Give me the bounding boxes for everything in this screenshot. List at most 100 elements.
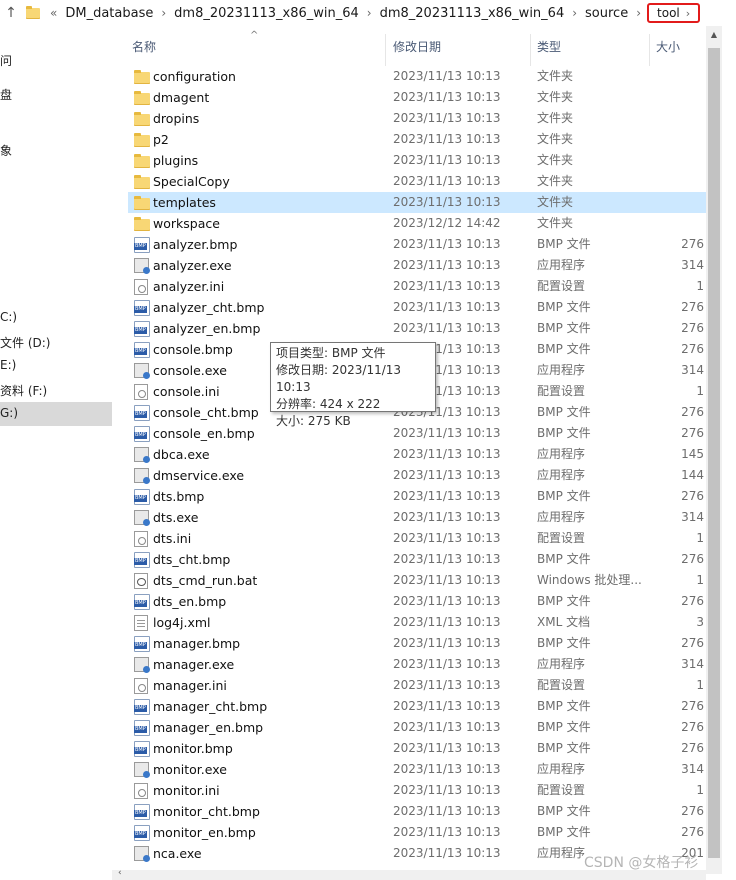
file-row[interactable]: manager_cht.bmp 2023/11/13 10:13 BMP 文件 276 [128,696,706,717]
file-name: plugins [153,153,199,168]
breadcrumb-dm8-win64-inner[interactable]: dm8_20231113_x86_win_64 [376,6,569,21]
file-row[interactable]: analyzer_en.bmp 2023/11/13 10:13 BMP 文件 276 [128,318,706,339]
vertical-scrollbar-thumb[interactable] [708,48,720,858]
nav-item-drive-c[interactable]: C:) [0,310,17,324]
column-type-header[interactable]: 类型 [537,26,561,66]
file-row[interactable]: workspace 2023/12/12 14:42 文件夹 [128,213,706,234]
nav-item-drive-e[interactable]: E:) [0,358,16,372]
ini-file-icon [134,279,148,295]
file-type: BMP 文件 [537,699,591,713]
column-divider[interactable] [649,34,650,66]
file-row[interactable]: analyzer_cht.bmp 2023/11/13 10:13 BMP 文件 27… [128,297,706,318]
bmp-file-icon [134,636,150,652]
tooltip-size: 大小: 275 KB [276,414,351,428]
chevron-right-icon[interactable]: › [157,6,170,20]
file-name: manager.bmp [153,636,241,651]
nav-item-drive-d[interactable]: 文件 (D:) [0,334,50,351]
file-row[interactable]: monitor_cht.bmp 2023/11/13 10:13 BMP 文件 276 [128,801,706,822]
back-history-button[interactable]: « [46,6,61,20]
scroll-left-arrow-icon[interactable]: ‹ [118,868,122,878]
file-row[interactable]: monitor_en.bmp 2023/11/13 10:13 BMP 文件 276 [128,822,706,843]
file-name: console.bmp [153,342,233,357]
file-row[interactable]: plugins 2023/11/13 10:13 文件夹 [128,150,706,171]
breadcrumb-tool-highlighted[interactable]: tool › [647,3,701,23]
file-name: p2 [153,132,169,147]
file-row[interactable]: configuration 2023/11/13 10:13 文件夹 [128,66,706,87]
file-row[interactable]: manager_en.bmp 2023/11/13 10:13 BMP 文件 276 [128,717,706,738]
file-row[interactable]: monitor.ini 2023/11/13 10:13 配置设置 1 [128,780,706,801]
file-name: manager.ini [153,678,227,693]
exe-file-icon [134,846,150,862]
file-row[interactable]: manager.bmp 2023/11/13 10:13 BMP 文件 276 [128,633,706,654]
up-arrow-icon[interactable]: ↑ [0,5,22,21]
file-row[interactable]: dts.bmp 2023/11/13 10:13 BMP 文件 276 [128,486,706,507]
breadcrumb-dm-database[interactable]: DM_database [61,6,157,21]
file-row[interactable]: analyzer.bmp 2023/11/13 10:13 BMP 文件 276 [128,234,706,255]
file-row[interactable]: dmservice.exe 2023/11/13 10:13 应用程序 144 [128,465,706,486]
nav-item-quick-access[interactable]: 问 [0,52,12,69]
file-type: 文件夹 [537,216,574,230]
file-row[interactable]: log4j.xml 2023/11/13 10:13 XML 文档 3 [128,612,706,633]
file-row[interactable]: dropins 2023/11/13 10:13 文件夹 [128,108,706,129]
nav-item-drive-f[interactable]: 资料 (F:) [0,382,47,399]
file-row[interactable]: dts.ini 2023/11/13 10:13 配置设置 1 [128,528,706,549]
file-row[interactable]: dts_cht.bmp 2023/11/13 10:13 BMP 文件 276 [128,549,706,570]
xml-file-icon [134,615,148,631]
column-header: ^ 名称 修改日期 类型 大小 [112,26,706,66]
column-divider[interactable] [530,34,531,66]
bmp-file-icon [134,804,150,820]
file-row[interactable]: analyzer.ini 2023/11/13 10:13 配置设置 1 [128,276,706,297]
file-row[interactable]: manager.ini 2023/11/13 10:13 配置设置 1 [128,675,706,696]
chevron-right-icon[interactable]: › [686,7,690,20]
column-date-header[interactable]: 修改日期 [393,26,441,66]
file-size: 276 [681,426,704,440]
file-name: console.exe [153,363,227,378]
file-row[interactable]: analyzer.exe 2023/11/13 10:13 应用程序 314 [128,255,706,276]
file-row[interactable]: dts.exe 2023/11/13 10:13 应用程序 314 [128,507,706,528]
file-name: console_cht.bmp [153,405,259,420]
vertical-scrollbar[interactable]: ▲ [706,26,722,874]
column-size-header[interactable]: 大小 [656,26,680,66]
file-row[interactable]: templates 2023/11/13 10:13 文件夹 [128,192,706,213]
file-type: 应用程序 [537,510,586,524]
file-size: 276 [681,342,704,356]
bmp-file-icon [134,489,150,505]
file-row[interactable]: p2 2023/11/13 10:13 文件夹 [128,129,706,150]
file-row[interactable]: dbca.exe 2023/11/13 10:13 应用程序 145 [128,444,706,465]
column-name-header[interactable]: 名称 [132,26,156,66]
file-name: console.ini [153,384,220,399]
file-size: 1 [696,678,704,692]
chevron-right-icon[interactable]: › [632,6,645,20]
file-row[interactable]: monitor.bmp 2023/11/13 10:13 BMP 文件 276 [128,738,706,759]
file-modified-date: 2023/11/13 10:13 [393,447,501,461]
file-list: configuration 2023/11/13 10:13 文件夹 dmagent 2… [112,66,706,874]
file-size: 314 [681,258,704,272]
breadcrumb-dm8-win64-outer[interactable]: dm8_20231113_x86_win_64 [170,6,363,21]
file-type: BMP 文件 [537,489,591,503]
file-name: nca.exe [153,846,202,861]
nav-item-objects[interactable]: 象 [0,142,12,159]
file-row[interactable]: manager.exe 2023/11/13 10:13 应用程序 314 [128,654,706,675]
file-name: monitor_en.bmp [153,825,256,840]
file-size: 276 [681,741,704,755]
chevron-right-icon[interactable]: › [568,6,581,20]
column-divider[interactable] [385,34,386,66]
file-row[interactable]: SpecialCopy 2023/11/13 10:13 文件夹 [128,171,706,192]
file-row[interactable]: dts_cmd_run.bat 2023/11/13 10:13 Windows 批… [128,570,706,591]
file-name: dts.exe [153,510,199,525]
nav-item-drive-g-selected[interactable]: G:) [0,402,112,426]
address-bar[interactable]: ↑ « DM_database › dm8_20231113_x86_win_6… [0,0,736,26]
file-row[interactable]: monitor.exe 2023/11/13 10:13 应用程序 314 [128,759,706,780]
file-name: workspace [153,216,220,231]
bmp-file-icon [134,720,150,736]
file-modified-date: 2023/11/13 10:13 [393,489,501,503]
file-row[interactable]: dmagent 2023/11/13 10:13 文件夹 [128,87,706,108]
breadcrumb-source[interactable]: source [581,6,632,21]
exe-file-icon [134,657,150,673]
file-type: 应用程序 [537,447,586,461]
scroll-up-arrow-icon[interactable]: ▲ [706,30,722,39]
file-row[interactable]: dts_en.bmp 2023/11/13 10:13 BMP 文件 276 [128,591,706,612]
chevron-right-icon[interactable]: › [363,6,376,20]
nav-item-drive[interactable]: 盘 [0,86,12,103]
file-modified-date: 2023/11/13 10:13 [393,741,501,755]
